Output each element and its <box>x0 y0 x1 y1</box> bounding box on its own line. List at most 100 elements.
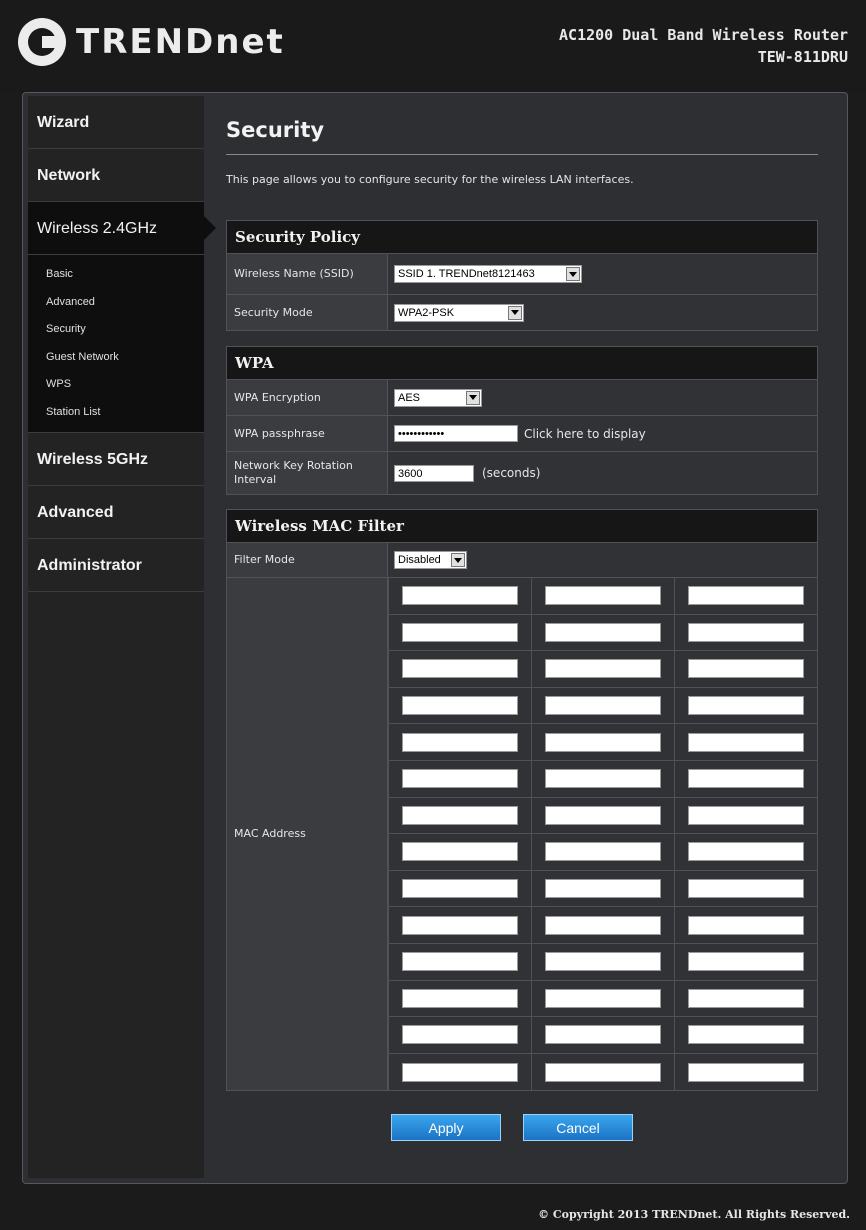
mac-address-input[interactable] <box>402 915 518 935</box>
mac-address-input[interactable] <box>402 842 518 862</box>
sidebar: Wizard Network Wireless 2.4GHz Basic Adv… <box>28 96 216 1178</box>
mac-address-input[interactable] <box>688 586 804 606</box>
mac-cell <box>388 907 531 944</box>
chevron-down-icon <box>451 553 465 567</box>
mac-address-input[interactable] <box>545 659 661 679</box>
copyright: © Copyright 2013 TRENDnet. All Rights Re… <box>538 1208 850 1221</box>
sidebar-item-wireless-5ghz[interactable]: Wireless 5GHz <box>28 433 204 486</box>
mac-address-input[interactable] <box>545 586 661 606</box>
mac-cell <box>674 980 817 1018</box>
mac-cell <box>531 614 674 652</box>
subnav-item-station-list[interactable]: Station List <box>28 399 204 427</box>
mac-address-input[interactable] <box>545 1025 661 1045</box>
mac-cell <box>388 980 531 1018</box>
wpa-encryption-row: WPA Encryption AES <box>227 380 817 416</box>
mac-address-input[interactable] <box>688 659 804 679</box>
mac-address-input[interactable] <box>402 586 518 606</box>
sidebar-item-wizard[interactable]: Wizard <box>28 96 204 149</box>
mac-address-input[interactable] <box>402 805 518 825</box>
subnav-item-security[interactable]: Security <box>28 316 204 344</box>
mac-cell <box>388 578 531 615</box>
mac-cell <box>674 687 817 725</box>
mac-address-input[interactable] <box>688 915 804 935</box>
mac-address-input[interactable] <box>402 769 518 789</box>
mac-address-input[interactable] <box>688 1025 804 1045</box>
mac-address-input[interactable] <box>545 769 661 789</box>
product-line-1: AC1200 Dual Band Wireless Router <box>559 26 848 44</box>
subnav-item-basic[interactable]: Basic <box>28 261 204 289</box>
mac-address-input[interactable] <box>545 988 661 1008</box>
security-mode-label: Security Mode <box>227 295 388 330</box>
mac-address-input[interactable] <box>545 842 661 862</box>
mac-address-row: MAC Address <box>227 578 817 1091</box>
mac-address-input[interactable] <box>688 842 804 862</box>
mac-address-input[interactable] <box>545 879 661 899</box>
mac-address-input[interactable] <box>688 622 804 642</box>
mac-address-input[interactable] <box>545 732 661 752</box>
content: Security This page allows you to configu… <box>226 96 818 1141</box>
mac-address-input[interactable] <box>402 1062 518 1082</box>
subnav-item-advanced[interactable]: Advanced <box>28 289 204 317</box>
wpa-passphrase-label: WPA passphrase <box>227 416 388 451</box>
mac-address-input[interactable] <box>402 879 518 899</box>
trendnet-logo: TRENDnet <box>18 18 285 66</box>
sidebar-item-wireless-24ghz[interactable]: Wireless 2.4GHz <box>28 202 216 255</box>
apply-button[interactable]: Apply <box>391 1114 501 1141</box>
mac-cell <box>388 651 531 688</box>
wpa-encryption-label: WPA Encryption <box>227 380 388 415</box>
chevron-down-icon <box>566 267 580 281</box>
mac-cell <box>674 760 817 798</box>
mac-address-input[interactable] <box>545 622 661 642</box>
mac-cell <box>531 651 674 688</box>
filter-mode-select[interactable]: Disabled <box>394 551 467 569</box>
chevron-down-icon <box>466 390 480 405</box>
mac-address-input[interactable] <box>402 732 518 752</box>
sidebar-item-network[interactable]: Network <box>28 149 204 202</box>
mac-address-input[interactable] <box>402 1025 518 1045</box>
mac-address-input[interactable] <box>688 988 804 1008</box>
mac-address-input[interactable] <box>688 769 804 789</box>
mac-address-input[interactable] <box>402 696 518 716</box>
security-mode-select[interactable]: WPA2-PSK <box>394 303 524 322</box>
mac-cell <box>674 907 817 944</box>
mac-cell <box>531 870 674 908</box>
mac-cell <box>388 614 531 652</box>
mac-address-input[interactable] <box>402 988 518 1008</box>
mac-address-input[interactable] <box>688 696 804 716</box>
mac-cell <box>674 797 817 835</box>
section-heading: WPA <box>227 347 817 380</box>
chevron-down-icon <box>508 305 522 320</box>
wpa-passphrase-input[interactable]: •••••••••••• <box>394 425 518 442</box>
mac-address-input[interactable] <box>545 952 661 972</box>
mac-cell <box>674 870 817 908</box>
display-passphrase-link[interactable]: Click here to display <box>524 427 646 441</box>
wpa-encryption-select[interactable]: AES <box>394 388 482 407</box>
page-description: This page allows you to configure securi… <box>226 173 634 186</box>
mac-address-input[interactable] <box>688 1062 804 1082</box>
sidebar-subnav: Basic Advanced Security Guest Network WP… <box>28 255 204 433</box>
mac-address-input[interactable] <box>545 915 661 935</box>
mac-cell <box>388 1053 531 1091</box>
ssid-select[interactable]: SSID 1. TRENDnet8121463 <box>394 265 582 283</box>
mac-cell <box>531 760 674 798</box>
mac-address-input[interactable] <box>688 952 804 972</box>
mac-cell <box>388 724 531 761</box>
mac-address-input[interactable] <box>402 659 518 679</box>
section-heading: Wireless MAC Filter <box>227 510 817 543</box>
mac-address-input[interactable] <box>688 879 804 899</box>
subnav-item-wps[interactable]: WPS <box>28 371 204 399</box>
mac-address-input[interactable] <box>545 1062 661 1082</box>
mac-address-input[interactable] <box>545 696 661 716</box>
mac-address-input[interactable] <box>545 805 661 825</box>
mac-address-input[interactable] <box>402 622 518 642</box>
mac-address-input[interactable] <box>688 732 804 752</box>
mac-address-input[interactable] <box>402 952 518 972</box>
sidebar-item-advanced[interactable]: Advanced <box>28 486 204 539</box>
sidebar-item-administrator[interactable]: Administrator <box>28 539 204 592</box>
key-rotation-input[interactable]: 3600 <box>394 464 474 482</box>
filter-mode-label: Filter Mode <box>227 543 388 577</box>
cancel-button[interactable]: Cancel <box>523 1114 633 1141</box>
subnav-item-guest-network[interactable]: Guest Network <box>28 344 204 372</box>
mac-cell <box>531 834 674 871</box>
mac-address-input[interactable] <box>688 805 804 825</box>
